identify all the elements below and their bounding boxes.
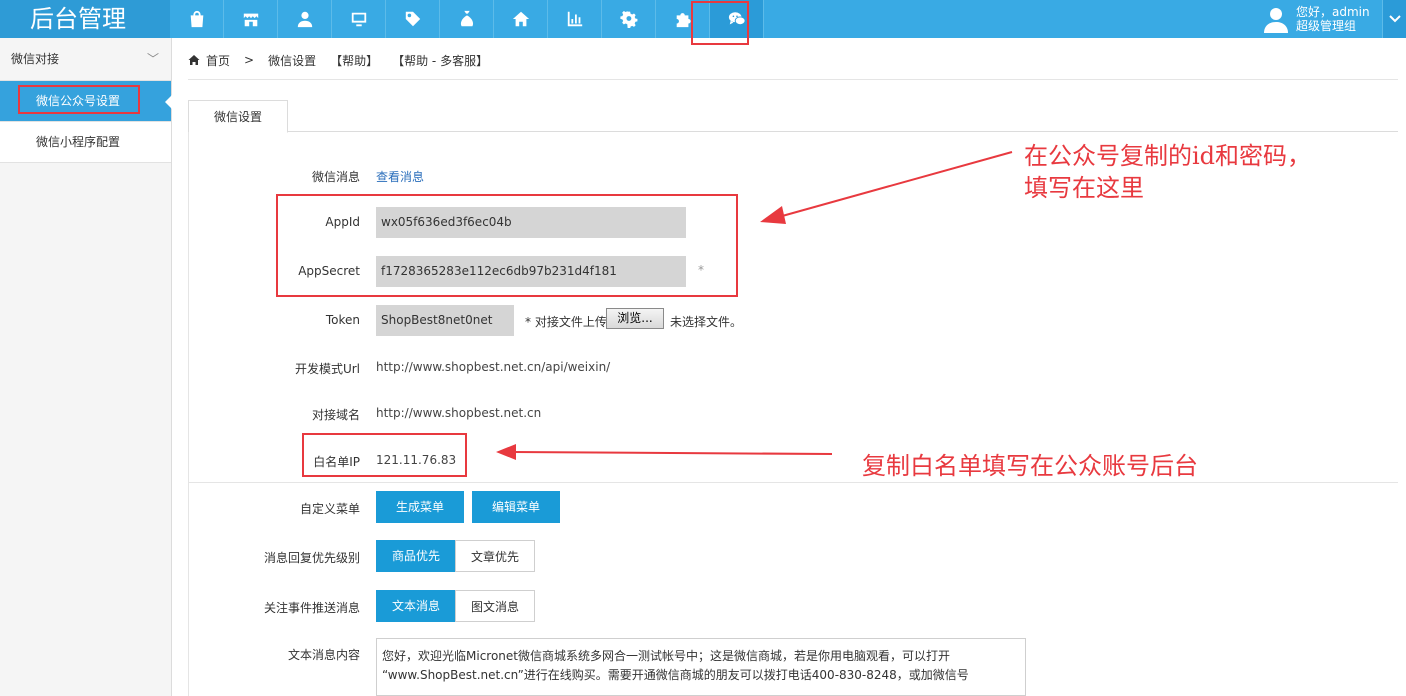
- whitelist-ip-value: 121.11.76.83: [376, 453, 457, 467]
- section-divider: [188, 482, 1398, 483]
- required-mark: *: [698, 263, 704, 277]
- settings-panel: [188, 132, 1398, 696]
- sidebar-group-wechat[interactable]: 微信对接 ﹀: [0, 38, 171, 81]
- breadcrumb-separator: >: [244, 53, 255, 67]
- sidebar-item-label: 微信小程序配置: [36, 135, 121, 149]
- appid-input[interactable]: [376, 207, 686, 238]
- sidebar-item-official-account[interactable]: 微信公众号设置: [0, 81, 172, 122]
- label-text-content: 文本消息内容: [287, 648, 360, 662]
- sidebar-item-label: 微信公众号设置: [36, 94, 121, 108]
- toggle-article-priority[interactable]: 文章优先: [455, 540, 535, 572]
- user-greeting: 您好，admin: [1296, 5, 1370, 19]
- annotation-note-whitelist: 复制白名单填写在公众账号后台: [862, 452, 1198, 480]
- domain-value: http://www.shopbest.net.cn: [376, 406, 542, 420]
- edit-menu-button[interactable]: 编辑菜单: [472, 491, 560, 523]
- label-message: 微信消息: [311, 170, 360, 184]
- generate-menu-button[interactable]: 生成菜单: [376, 491, 464, 523]
- home-icon[interactable]: [494, 0, 548, 38]
- sidebar-item-mini-program[interactable]: 微信小程序配置: [0, 122, 171, 163]
- breadcrumb-current: 微信设置: [268, 53, 317, 68]
- user-info[interactable]: 您好，admin 超级管理组: [1262, 0, 1370, 38]
- avatar: [1264, 8, 1288, 33]
- annotation-note-credentials: 在公众号复制的id和密码， 填写在这里: [1024, 140, 1311, 204]
- breadcrumb-home[interactable]: 首页: [206, 52, 230, 69]
- wechat-icon[interactable]: [710, 0, 764, 38]
- brand-title: 后台管理: [0, 0, 170, 38]
- tag-icon[interactable]: [386, 0, 440, 38]
- no-file-text: 未选择文件。: [670, 315, 743, 329]
- label-custom-menu: 自定义菜单: [299, 502, 360, 516]
- monitor-icon[interactable]: [332, 0, 386, 38]
- toggle-product-priority[interactable]: 商品优先: [376, 540, 456, 572]
- top-bar: 后台管理 您好，admin 超级管理组: [0, 0, 1406, 38]
- label-appid: AppId: [325, 215, 360, 229]
- label-reply-priority: 消息回复优先级别: [263, 551, 360, 565]
- home-icon: [188, 55, 200, 65]
- text-content-textarea[interactable]: 您好，欢迎光临Micronet微信商城系统多网合一测试帐号中；这是微信商城，若是…: [376, 638, 1026, 696]
- chevron-down-icon: [1388, 15, 1401, 23]
- appsecret-input[interactable]: [376, 256, 686, 287]
- browse-button[interactable]: 浏览...: [606, 308, 664, 329]
- chevron-down-icon: ﹀: [146, 52, 159, 66]
- toggle-news-message[interactable]: 图文消息: [455, 590, 535, 622]
- toggle-text-message[interactable]: 文本消息: [376, 590, 456, 622]
- label-follow-push: 关注事件推送消息: [263, 601, 360, 615]
- user-role: 超级管理组: [1296, 19, 1357, 33]
- label-token: Token: [325, 313, 360, 327]
- sidebar-group-label: 微信对接: [11, 52, 60, 66]
- label-appsecret: AppSecret: [298, 264, 360, 278]
- label-whitelist-ip: 白名单IP: [313, 455, 360, 469]
- breadcrumb-help-link[interactable]: 【帮助】: [330, 52, 378, 69]
- annotation-text: 填写在这里: [1024, 174, 1144, 202]
- tab-bar: 微信设置: [188, 100, 1398, 133]
- view-messages-link[interactable]: 查看消息: [376, 168, 424, 185]
- label-dev-url: 开发模式Url: [294, 362, 360, 376]
- gear-icon[interactable]: [602, 0, 656, 38]
- bar-chart-icon[interactable]: [548, 0, 602, 38]
- text-content-line: “www.ShopBest.net.cn”进行在线购买。需要开通微信商城的朋友可…: [382, 668, 969, 682]
- sidebar: 微信对接 ﹀ 微信公众号设置 微信小程序配置: [0, 38, 172, 696]
- money-bag-icon[interactable]: [440, 0, 494, 38]
- puzzle-icon[interactable]: [656, 0, 710, 38]
- user-menu-toggle[interactable]: [1382, 0, 1406, 38]
- divider: [188, 79, 1398, 80]
- dev-url-value: http://www.shopbest.net.cn/api/weixin/: [376, 360, 611, 374]
- user-icon[interactable]: [278, 0, 332, 38]
- top-nav: [170, 0, 764, 38]
- breadcrumb: 首页 > 微信设置 【帮助】 【帮助 - 多客服】: [188, 49, 498, 71]
- upload-hint: * 对接文件上传: [525, 315, 607, 329]
- label-domain: 对接域名: [311, 408, 360, 422]
- token-input[interactable]: [376, 305, 514, 336]
- bag-icon[interactable]: [170, 0, 224, 38]
- store-icon[interactable]: [224, 0, 278, 38]
- breadcrumb-help-cs-link[interactable]: 【帮助 - 多客服】: [392, 52, 488, 69]
- annotation-text: 在公众号复制的id和密码，: [1024, 142, 1312, 170]
- tab-wechat-settings[interactable]: 微信设置: [188, 100, 288, 133]
- text-content-line: 您好，欢迎光临Micronet微信商城系统多网合一测试帐号中；这是微信商城，若是…: [382, 649, 950, 663]
